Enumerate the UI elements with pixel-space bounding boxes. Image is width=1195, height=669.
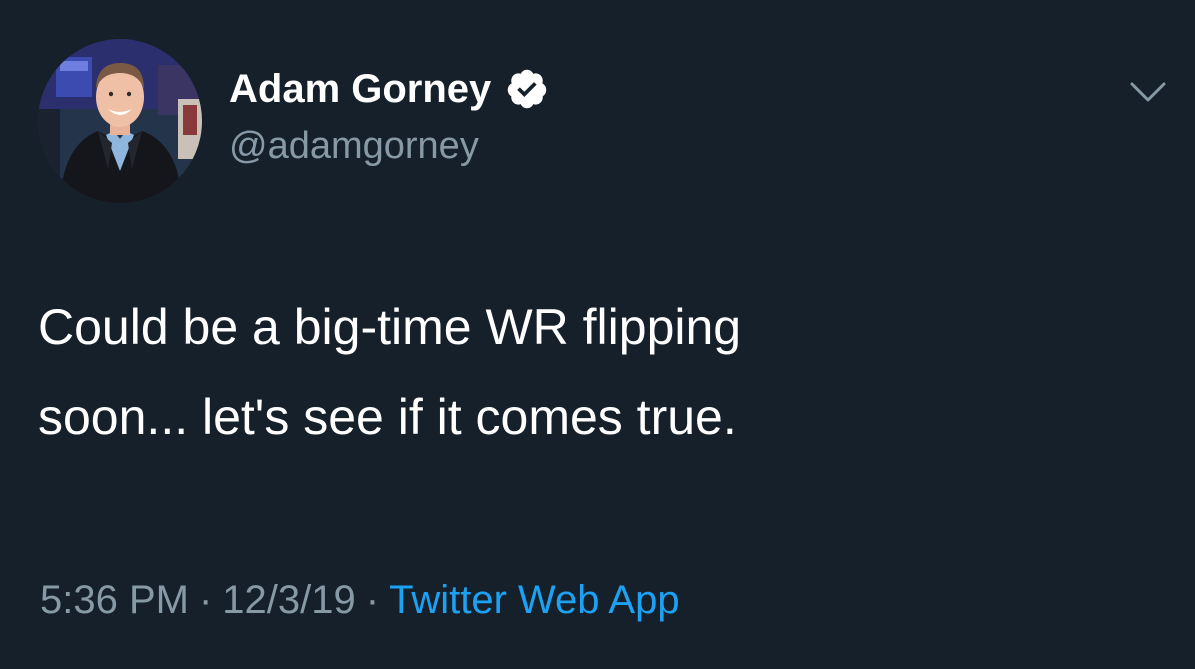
avatar-photo — [38, 39, 202, 203]
verified-badge-icon — [505, 67, 549, 111]
author-avatar[interactable] — [38, 39, 202, 203]
tweet-date[interactable]: 12/3/19 — [222, 578, 355, 622]
tweet-card: Adam Gorney @adamgorney Could be a big-t… — [0, 0, 1195, 669]
tweet-text: Could be a big-time WR flipping soon... … — [38, 299, 742, 445]
tweet-time[interactable]: 5:36 PM — [40, 578, 189, 622]
author-name-row: Adam Gorney — [229, 64, 549, 114]
meta-separator: · — [365, 578, 380, 622]
tweet-source-link[interactable]: Twitter Web App — [389, 578, 680, 622]
meta-separator: · — [198, 578, 213, 622]
chevron-down-icon[interactable] — [1126, 78, 1170, 108]
tweet-metadata: 5:36 PM · 12/3/19 · Twitter Web App — [40, 574, 680, 626]
author-display-name[interactable]: Adam Gorney — [229, 64, 491, 114]
author-handle[interactable]: @adamgorney — [229, 122, 479, 170]
